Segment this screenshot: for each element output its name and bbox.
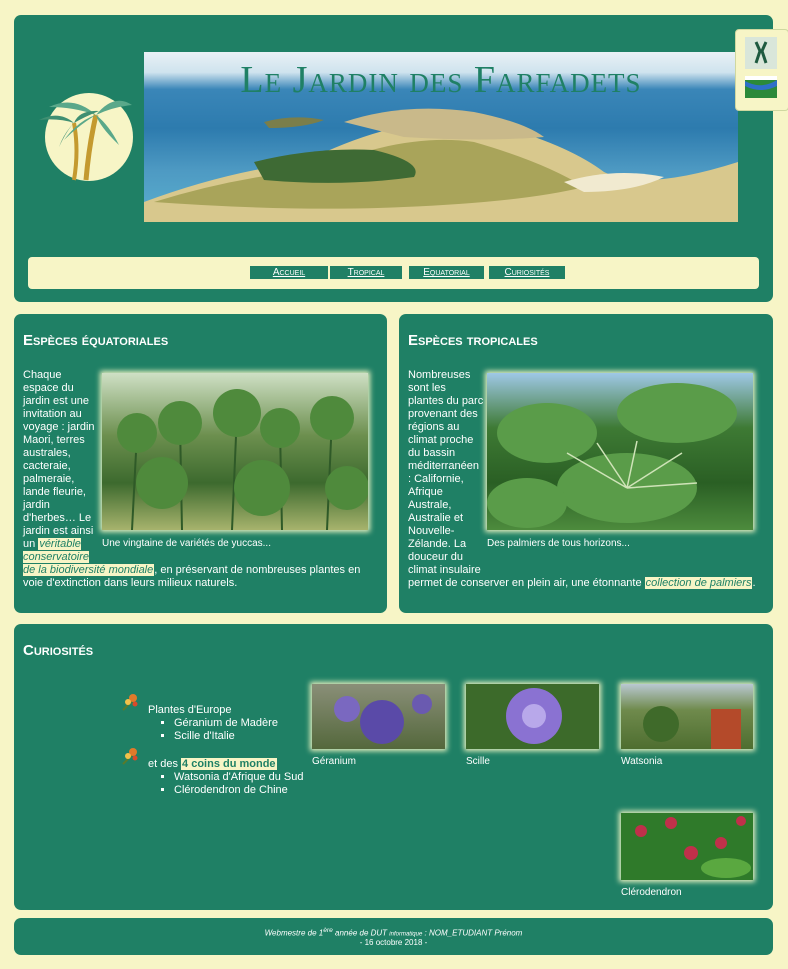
list-item: Clérodendron de Chine (174, 784, 304, 797)
curiosities-list: Plantes d'Europe Géranium de Madère Scil… (148, 704, 304, 797)
footer-date: - 16 octobre 2018 - (359, 937, 428, 947)
flower-icon (122, 748, 138, 765)
flower-icon (122, 694, 138, 711)
clerodendron-caption: Clérodendron (621, 887, 682, 898)
equatorial-section: Espèces équatoriales Une vingtaine de va… (14, 314, 387, 613)
tropical-title: Espèces tropicales (408, 332, 538, 349)
footer-credit: Webmestre de 1ère année de DUT informati… (264, 927, 523, 938)
clerodendron-photo (621, 813, 753, 880)
badge-logo-icon (745, 37, 777, 69)
geranium-caption: Géranium (312, 756, 356, 767)
garden-badge (735, 29, 788, 111)
tropical-section: Espèces tropicales Des palmiers de tous … (399, 314, 773, 613)
tropical-text: Nombreuses sont les plantes du parc prov… (408, 369, 756, 589)
world-highlight: 4 coins du monde (181, 758, 277, 770)
nav-curiosites[interactable]: Curiosités (489, 266, 565, 279)
world-list: Watsonia d'Afrique du Sud Clérodendron d… (148, 771, 304, 797)
palm-collection-highlight: collection de palmiers (644, 577, 753, 589)
curiosities-title: Curiosités (23, 642, 94, 659)
europe-group-label: Plantes d'Europe (148, 704, 232, 716)
banner-image: Le Jardin des Farfadets (144, 52, 738, 222)
list-item: Watsonia d'Afrique du Sud (174, 771, 304, 784)
watsonia-photo (621, 684, 753, 749)
scilla-photo (466, 684, 599, 749)
list-item: Géranium de Madère (174, 717, 304, 730)
nav-equatorial[interactable]: Equatorial (409, 266, 484, 279)
site-title: Le Jardin des Farfadets (240, 59, 642, 101)
badge-flag-icon (745, 76, 777, 98)
watsonia-caption: Watsonia (621, 756, 663, 767)
world-group-label: et des 4 coins du monde (148, 758, 277, 770)
scilla-caption: Scille (466, 756, 490, 767)
nav-tropical[interactable]: Tropical (330, 266, 402, 279)
europe-list: Géranium de Madère Scille d'Italie (148, 717, 304, 743)
list-item: Scille d'Italie (174, 730, 304, 743)
main-nav: Accueil Tropical Equatorial Curiosités (28, 257, 759, 289)
footer: Webmestre de 1ère année de DUT informati… (14, 918, 773, 955)
geranium-photo (312, 684, 445, 749)
curiosities-section: Curiosités Plantes d'Europe Géranium de … (14, 624, 773, 910)
equatorial-title: Espèces équatoriales (23, 332, 169, 349)
palm-tree-logo (39, 93, 133, 181)
equatorial-text: Chaque espace du jardin est une invitati… (23, 369, 361, 589)
header-panel: Le Jardin des Farfadets Accueil Tropical… (14, 15, 773, 302)
nav-accueil[interactable]: Accueil (250, 266, 328, 279)
